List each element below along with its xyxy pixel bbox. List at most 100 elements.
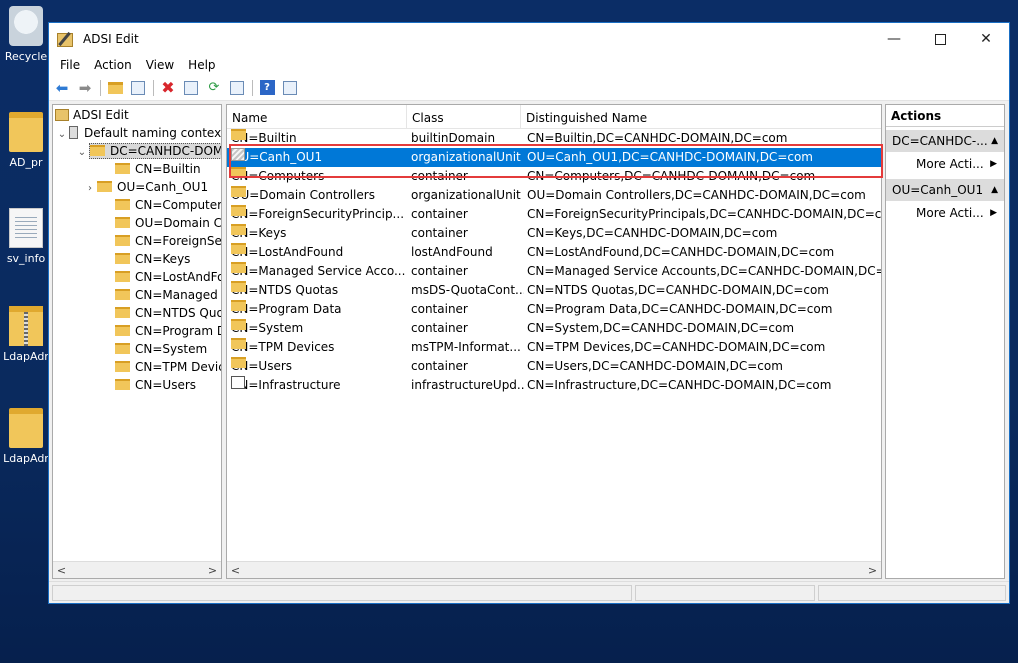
cell-class: builtinDomain: [411, 131, 496, 145]
cell-name-wrapper: CN=LostAndFound: [231, 243, 411, 262]
table-row[interactable]: CN=Users container CN=Users,DC=CANHDC-DOMA…: [227, 357, 881, 376]
tree-item-root[interactable]: ADSI Edit: [55, 106, 129, 124]
tree-item-child[interactable]: › OU=Canh_OU1: [88, 178, 208, 196]
collapse-up-icon[interactable]: ▲: [991, 130, 998, 152]
tree-item-child[interactable]: CN=Program Da: [115, 322, 221, 340]
tree-item-child[interactable]: CN=Computers: [115, 196, 221, 214]
table-row[interactable]: CN=NTDS Quotas msDS-QuotaCont... CN=NTDS Q…: [227, 281, 881, 300]
actions-group-ou[interactable]: OU=Canh_OU1 ▲: [886, 179, 1004, 201]
export-list-icon[interactable]: [228, 79, 246, 97]
adsi-edit-app-icon[interactable]: [57, 31, 75, 47]
more-actions-domain[interactable]: More Acti... ▶: [886, 152, 1004, 176]
forward-arrow-icon[interactable]: ➡: [76, 79, 94, 97]
list-header: Name Class Distinguished Name: [227, 105, 881, 129]
column-header-class[interactable]: Class: [407, 105, 521, 129]
tree-item-label: CN=Program Da: [135, 324, 221, 338]
menu-view[interactable]: View: [139, 58, 181, 72]
folder-icon: [231, 262, 246, 273]
table-row[interactable]: CN=Infrastructure infrastructureUpd... CN=…: [227, 376, 881, 395]
table-row[interactable]: CN=System container CN=System,DC=CANHDC-DO…: [227, 319, 881, 338]
main-content: ADSI Edit ⌄ Default naming context ⌄ DC=CA…: [49, 101, 1009, 579]
table-row[interactable]: CN=Managed Service Acco... container CN=Ma…: [227, 262, 882, 281]
refresh-icon[interactable]: ⟳: [205, 79, 223, 97]
tree-item-child[interactable]: CN=LostAndFou: [115, 268, 221, 286]
scroll-right-icon[interactable]: >: [204, 562, 221, 578]
maximize-button[interactable]: [917, 23, 963, 55]
cell-class: container: [411, 207, 468, 221]
tree-item-child[interactable]: CN=TPM Device: [115, 358, 221, 376]
desktop-icon-recycle-bin[interactable]: Recycle: [0, 6, 52, 63]
folder-icon: [115, 163, 130, 174]
list-horizontal-scrollbar[interactable]: < >: [227, 561, 881, 578]
desktop-icon-sv-info[interactable]: sv_info: [0, 208, 52, 265]
table-row[interactable]: OU=Domain Controllers organizationalUnit O…: [227, 186, 881, 205]
cell-name-wrapper: CN=Users: [231, 357, 411, 376]
delete-icon[interactable]: ✖: [159, 78, 177, 97]
back-arrow-icon[interactable]: ⬅: [53, 79, 71, 97]
tree-item-child[interactable]: CN=Users: [115, 376, 196, 394]
toolbar-separator: [252, 79, 253, 96]
tree-item-child[interactable]: CN=Builtin: [115, 160, 201, 178]
minimize-button[interactable]: —: [871, 23, 917, 55]
show-hide-console-tree-icon[interactable]: [129, 79, 147, 97]
close-button[interactable]: ✕: [963, 23, 1009, 55]
tree-item-label: CN=ForeignSecu: [135, 234, 222, 248]
tree-horizontal-scrollbar[interactable]: < >: [53, 561, 221, 578]
table-row[interactable]: CN=TPM Devices msTPM-Informat... CN=TPM De…: [227, 338, 881, 357]
cell-distinguished-name: CN=Managed Service Accounts,DC=CANHDC-DO…: [527, 264, 882, 278]
up-one-level-icon[interactable]: [106, 79, 124, 97]
tree-item-label: CN=Managed S: [135, 288, 222, 302]
desktop-icon-ad[interactable]: AD_pr: [0, 112, 52, 169]
tree-item-naming-context[interactable]: ⌄ Default naming context: [55, 124, 221, 144]
folder-icon: [231, 338, 246, 349]
tree-item-child[interactable]: CN=Keys: [115, 250, 190, 268]
desktop-icon-label: LdapAdr: [3, 452, 49, 465]
expand-chevron-icon[interactable]: ›: [83, 180, 97, 198]
tree-item-child[interactable]: CN=NTDS Quot: [115, 304, 221, 322]
title-bar[interactable]: ADSI Edit — ✕: [49, 23, 1009, 55]
table-row[interactable]: CN=Builtin builtinDomain CN=Builtin,DC=CAN…: [227, 129, 881, 148]
tree-item-child[interactable]: CN=Managed S: [115, 286, 222, 304]
menu-action[interactable]: Action: [87, 58, 139, 72]
show-action-pane-icon[interactable]: [281, 79, 299, 97]
cell-class: container: [411, 302, 468, 316]
table-row[interactable]: CN=Computers container CN=Computers,DC=CAN…: [227, 167, 881, 186]
scroll-left-icon[interactable]: <: [53, 562, 70, 578]
scroll-left-icon[interactable]: <: [227, 562, 244, 578]
desktop-icon-label: Recycle: [4, 50, 48, 63]
table-row[interactable]: CN=LostAndFound lostAndFound CN=LostAndFou…: [227, 243, 881, 262]
cell-name-wrapper: CN=TPM Devices: [231, 338, 411, 357]
menu-bar: File Action View Help: [49, 55, 1009, 75]
tree-item-label: OU=Domain Co: [135, 216, 222, 230]
table-row[interactable]: CN=ForeignSecurityPrincip... container CN=…: [227, 205, 881, 224]
actions-pane: Actions DC=CANHDC-... ▲ More Acti... ▶ O…: [885, 104, 1005, 579]
properties-icon[interactable]: [182, 79, 200, 97]
table-row[interactable]: CN=Program Data container CN=Program Data,…: [227, 300, 881, 319]
tree-item-label: CN=System: [135, 342, 208, 356]
tree-item-child[interactable]: CN=ForeignSecu: [115, 232, 222, 250]
help-icon[interactable]: ?: [258, 79, 276, 97]
desktop-icon-ldapadr[interactable]: LdapAdr: [0, 408, 52, 465]
actions-group-domain[interactable]: DC=CANHDC-... ▲: [886, 130, 1004, 152]
desktop-icon-ldapadr-zip[interactable]: LdapAdr: [0, 306, 52, 363]
tree-item-child[interactable]: OU=Domain Co: [115, 214, 222, 232]
collapse-up-icon[interactable]: ▲: [991, 179, 998, 201]
scroll-right-icon[interactable]: >: [864, 562, 881, 578]
column-header-name[interactable]: Name: [227, 105, 407, 129]
cell-name-wrapper: CN=System: [231, 319, 411, 338]
column-header-distinguished-name[interactable]: Distinguished Name: [521, 105, 881, 129]
table-row[interactable]: CN=Keys container CN=Keys,DC=CANHDC-DOMAIN…: [227, 224, 881, 243]
tree-item-domain[interactable]: ⌄ DC=CANHDC-DOM: [75, 142, 221, 162]
folder-icon: [231, 129, 246, 140]
cell-class: container: [411, 169, 468, 183]
collapse-chevron-icon[interactable]: ⌄: [75, 144, 89, 162]
submenu-arrow-icon: ▶: [990, 208, 997, 218]
more-actions-ou[interactable]: More Acti... ▶: [886, 201, 1004, 225]
tree-item-child[interactable]: CN=System: [115, 340, 207, 358]
cell-distinguished-name: OU=Domain Controllers,DC=CANHDC-DOMAIN,D…: [527, 188, 866, 202]
status-bar: [49, 581, 1009, 603]
table-row[interactable]: OU=Canh_OU1 organizationalUnit OU=Canh_OU1…: [227, 148, 881, 167]
collapse-chevron-icon[interactable]: ⌄: [55, 126, 69, 144]
menu-help[interactable]: Help: [181, 58, 222, 72]
menu-file[interactable]: File: [53, 58, 87, 72]
